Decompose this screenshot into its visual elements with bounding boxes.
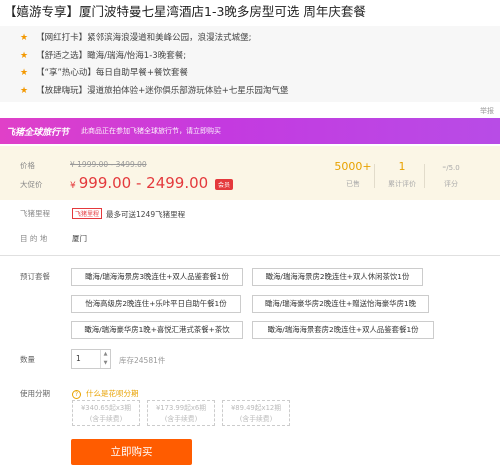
- product-title: 【嬉游专享】厦门波特曼七星湾酒店1-3晚多房型可选 周年庆套餐: [4, 4, 366, 19]
- feature-item: ★ 【舒适之选】瞰海/瑞海/怡海1-3晚套餐;: [20, 48, 500, 66]
- installment-help-text: 什么是花呗分期: [86, 389, 139, 398]
- buy-now-button[interactable]: 立即购买: [71, 439, 192, 465]
- promo-description: 此商品正在参加飞猪全球旅行节，请立即购买: [81, 127, 222, 135]
- installment-fee: (含手续费): [89, 415, 123, 423]
- star-icon: ★: [20, 33, 29, 43]
- member-badge: 会员: [215, 179, 234, 190]
- installment-amount: ¥340.65起x3期: [80, 404, 132, 412]
- package-option[interactable]: 怡海高级房2晚连住+乐咔平日自助午餐1份: [71, 295, 241, 313]
- quantity-stepper[interactable]: 1 ▲ ▼: [71, 349, 111, 369]
- miles-text: 最多可送1249飞猪里程: [106, 210, 186, 219]
- divider: [0, 255, 500, 256]
- star-icon: ★: [20, 68, 29, 78]
- fliggy-miles-info: 飞猪里程 最多可送1249飞猪里程: [72, 208, 185, 220]
- package-option[interactable]: 瞰海/瑞海海景套房2晚连住+双人品鉴套餐1份: [252, 321, 434, 339]
- quantity-label: 数量: [20, 355, 35, 364]
- package-label: 预订套餐: [20, 272, 50, 281]
- currency-symbol: ¥: [70, 181, 76, 191]
- report-link[interactable]: 举报: [480, 106, 494, 116]
- package-option[interactable]: 瞰海/瑞海海景房2晚连住+双人休闲茶饮1份: [252, 268, 423, 286]
- feature-item: ★ 【网红打卡】紧邻滨海浪漫道和美峰公园，浪漫法式城堡;: [20, 30, 500, 48]
- feature-text: 【舒适之选】瞰海/瑞海/怡海1-3晚套餐;: [36, 50, 187, 61]
- stepper-arrows[interactable]: ▲ ▼: [100, 350, 110, 368]
- stock-text: 库存24581件: [119, 356, 166, 365]
- installment-fee: (含手续费): [239, 415, 273, 423]
- rating-label: 评分: [444, 180, 458, 188]
- promo-title: 飞猪全球旅行节: [6, 127, 70, 138]
- miles-badge: 飞猪里程: [72, 208, 103, 219]
- destination-value: 厦门: [72, 234, 87, 243]
- feature-item: ★ 【放肆嗨玩】漫道旅拍体验+迷你俱乐部游玩体验+七星乐园淘气堡: [20, 83, 500, 101]
- price-panel: 价格 ¥ 1999.00 - 3499.00 大促价 ¥999.00 - 249…: [0, 146, 500, 200]
- original-price: ¥ 1999.00 - 3499.00: [70, 160, 147, 169]
- feature-text: 【放肆嗨玩】漫道旅拍体验+迷你俱乐部游玩体验+七星乐园淘气堡: [36, 85, 289, 96]
- installment-fee: (含手续费): [164, 415, 198, 423]
- installment-help-link[interactable]: ? 什么是花呗分期: [72, 388, 139, 399]
- feature-item: ★ 【“享”热心动】每日自助早餐+餐饮套餐: [20, 65, 500, 83]
- chevron-down-icon[interactable]: ▼: [101, 359, 110, 368]
- installment-option[interactable]: ¥89.49起x12期 (含手续费): [222, 400, 290, 426]
- package-option[interactable]: 瞰海/瑞海豪华房2晚连住+赠送怡海豪华房1晚: [252, 295, 429, 313]
- star-icon: ★: [20, 50, 29, 61]
- feature-text: 【网红打卡】紧邻滨海浪漫道和美峰公园，浪漫法式城堡;: [36, 33, 252, 43]
- package-option[interactable]: 瞰海/瑞海豪华房1晚+喜悦汇港式茶餐+茶饮: [71, 321, 243, 339]
- question-icon: ?: [72, 390, 81, 399]
- installment-label: 使用分期: [20, 389, 50, 398]
- rating-stat: -/5.0 评分: [421, 160, 481, 189]
- installment-amount: ¥89.49起x12期: [230, 404, 282, 412]
- installment-option[interactable]: ¥340.65起x3期 (含手续费): [72, 400, 140, 426]
- fliggy-miles-label: 飞猪里程: [20, 209, 50, 218]
- feature-list: ★ 【网红打卡】紧邻滨海浪漫道和美峰公园，浪漫法式城堡; ★ 【舒适之选】瞰海/瑞海…: [0, 26, 500, 102]
- promo-banner[interactable]: 飞猪全球旅行节 此商品正在参加飞猪全球旅行节，请立即购买: [0, 118, 500, 144]
- quantity-value: 1: [76, 354, 81, 363]
- installment-amount: ¥173.99起x6期: [155, 404, 207, 412]
- sale-price-label: 大促价: [20, 180, 43, 189]
- feature-text: 【“享”热心动】每日自助早餐+餐饮套餐: [36, 68, 189, 78]
- star-icon: ★: [20, 85, 29, 96]
- rating-value: -/5.0: [421, 160, 481, 173]
- destination-label: 目 的 地: [20, 234, 48, 243]
- rating-max: /5.0: [446, 164, 460, 172]
- package-option[interactable]: 瞰海/瑞海海景房3晚连住+双人品鉴套餐1份: [71, 268, 243, 286]
- current-price-value: 999.00 - 2499.00: [78, 174, 209, 192]
- price-label: 价格: [20, 161, 35, 170]
- current-price: ¥999.00 - 2499.00: [70, 174, 208, 192]
- chevron-up-icon[interactable]: ▲: [101, 350, 110, 359]
- installment-option[interactable]: ¥173.99起x6期 (含手续费): [147, 400, 215, 426]
